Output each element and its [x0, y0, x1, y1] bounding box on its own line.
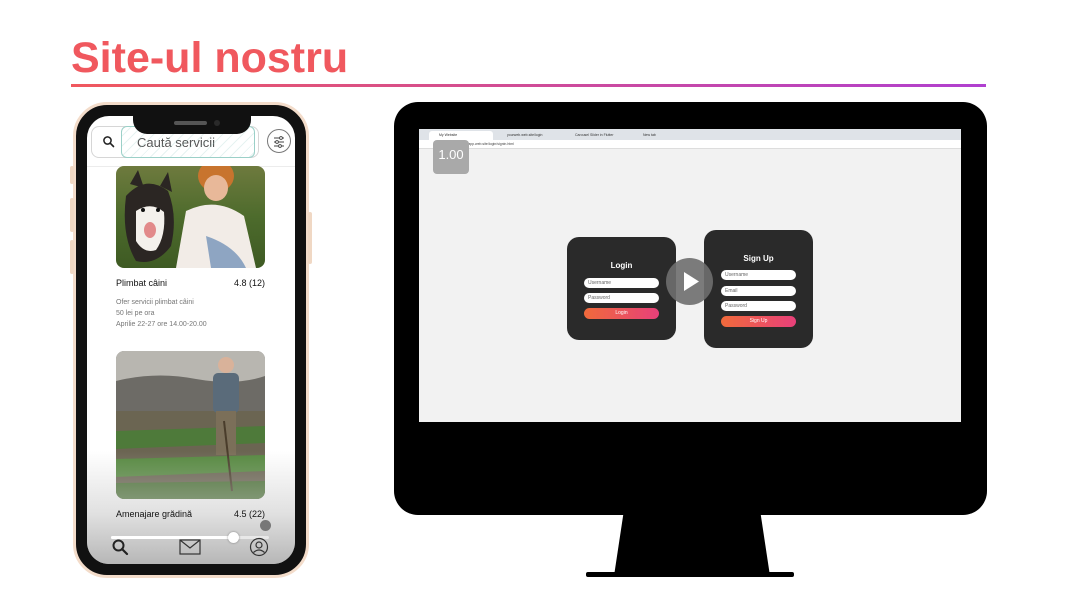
monitor-screen-edge	[419, 422, 961, 434]
card-description-line: Ofer servicii plimbat câini	[116, 299, 194, 306]
login-username-field[interactable]: Username	[584, 278, 659, 288]
signup-password-field[interactable]: Password	[721, 301, 796, 311]
play-button[interactable]	[666, 258, 713, 305]
login-card: Login Username Password Login	[567, 237, 676, 340]
card-title: Amenajare grădină	[116, 509, 193, 519]
card-rating: 4.8 (12)	[233, 278, 265, 288]
bottom-tab-bar	[87, 528, 295, 564]
card-description-line: 50 lei pe ora	[116, 310, 155, 317]
mail-icon[interactable]	[179, 539, 201, 555]
profile-icon[interactable]	[249, 537, 269, 557]
sliders-icon	[274, 136, 284, 148]
browser-tab[interactable]: Carousel Slider in Flutter	[565, 131, 629, 140]
phone-speaker	[174, 121, 207, 125]
search-icon[interactable]	[111, 538, 129, 556]
phone-camera	[214, 120, 220, 126]
card-rating: 4.5 (22)	[233, 509, 265, 519]
browser-tab[interactable]: My Website	[429, 131, 493, 140]
play-icon	[684, 272, 699, 291]
login-title: Login	[610, 261, 633, 270]
browser-address-bar[interactable]: yourwebapp.web.site/login/signin.html	[419, 140, 961, 149]
browser-tab-strip: My Website yourweb.web.site/login Carous…	[419, 129, 961, 140]
monitor-stand	[614, 514, 770, 576]
login-button[interactable]: Login	[584, 308, 659, 319]
signup-card: Sign Up Username Email Password Sign Up	[704, 230, 813, 348]
signup-button[interactable]: Sign Up	[721, 316, 796, 327]
phone-volume-down-button	[70, 240, 74, 274]
login-password-field[interactable]: Password	[584, 293, 659, 303]
phone-side-button	[70, 166, 74, 184]
signup-email-field[interactable]: Email	[721, 286, 796, 296]
slide-title: Site-ul nostru	[71, 34, 349, 82]
signup-username-field[interactable]: Username	[721, 270, 796, 280]
phone-volume-up-button	[70, 198, 74, 232]
phone-power-button	[308, 212, 312, 264]
monitor-stand-base	[586, 572, 794, 577]
card-description: Ofer servicii plimbat câini 50 lei pe or…	[116, 297, 207, 330]
signup-title: Sign Up	[743, 254, 774, 263]
card-description-line: Aprilie 22-27 ore 14.00-20.00	[116, 321, 207, 328]
card-title: Plimbat câini	[116, 278, 168, 288]
phone-screen: Plimbat câini 4.8 (12) Ofer servicii pli…	[87, 116, 295, 564]
browser-tab[interactable]: yourweb.web.site/login	[497, 131, 561, 140]
search-icon[interactable]	[101, 134, 117, 150]
title-underline	[71, 84, 986, 87]
zoom-badge: 1.00	[433, 140, 469, 174]
filter-button[interactable]	[267, 129, 291, 153]
browser-tab[interactable]: New tab	[633, 131, 693, 140]
card-image-dog-walking[interactable]	[116, 166, 265, 268]
